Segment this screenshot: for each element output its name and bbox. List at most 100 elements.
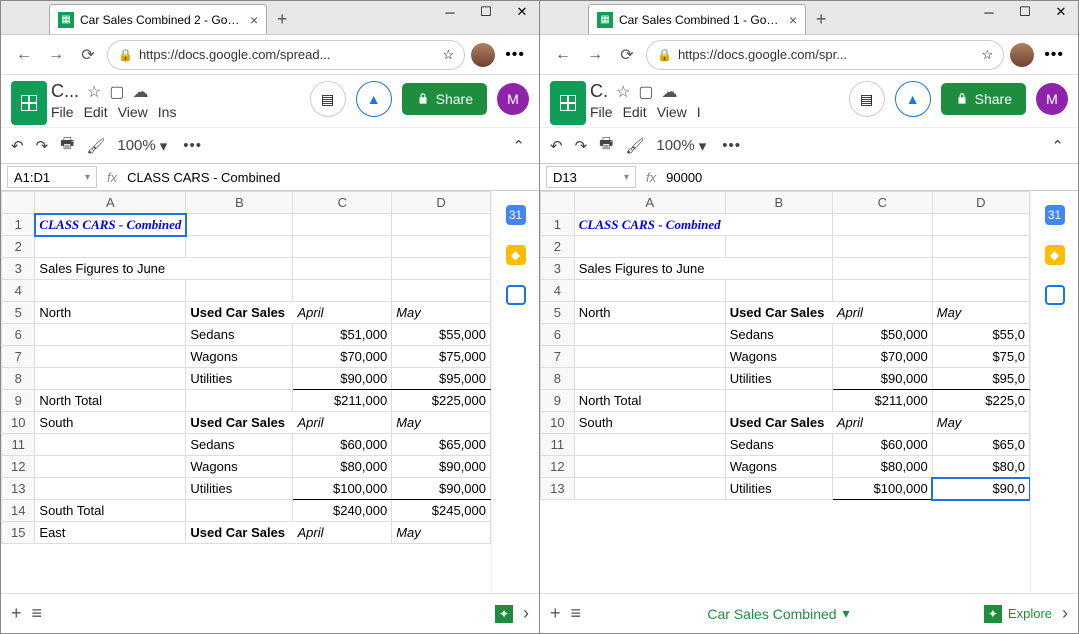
row-header[interactable]: 2 [2,236,35,258]
window-maximize-button[interactable]: ☐ [1008,1,1042,23]
row-header[interactable]: 9 [541,390,575,412]
col-header[interactable]: A [574,192,725,214]
cell[interactable]: $60,000 [832,434,932,456]
cell[interactable]: $211,000 [293,390,392,412]
cell[interactable] [574,324,725,346]
nav-back-button[interactable]: ← [11,42,37,68]
cell[interactable] [35,324,186,346]
browser-menu-button[interactable]: ••• [1040,46,1068,64]
cell[interactable] [186,500,293,522]
row-header[interactable]: 13 [2,478,35,500]
nav-reload-button[interactable]: ⟳ [75,42,101,68]
profile-avatar[interactable] [1010,43,1034,67]
cell[interactable]: CLASS CARS - Combined [574,214,725,236]
redo-button[interactable]: ↷ [36,137,49,155]
cell[interactable]: Utilities [725,478,832,500]
tab-close-icon[interactable]: × [789,12,797,28]
move-icon[interactable]: ▢ [109,82,124,102]
col-header[interactable]: C [832,192,932,214]
cell[interactable] [186,236,293,258]
cell[interactable] [574,456,725,478]
menu-edit[interactable]: Edit [84,104,108,120]
cell[interactable]: $70,000 [832,346,932,368]
cell[interactable]: North Total [574,390,725,412]
all-sheets-button[interactable]: ≡ [32,603,43,624]
cell[interactable] [725,280,832,302]
window-close-button[interactable]: ✕ [505,1,539,23]
toolbar-more-button[interactable]: ••• [179,137,206,154]
zoom-select[interactable]: 100% ▾ [117,137,167,155]
cell[interactable]: Utilities [186,368,293,390]
cell[interactable]: May [932,302,1029,324]
row-header[interactable]: 12 [2,456,35,478]
cell[interactable] [186,214,293,236]
formula-input[interactable]: CLASS CARS - Combined [127,170,280,185]
row-header[interactable]: 6 [2,324,35,346]
cell[interactable] [832,280,932,302]
cell[interactable] [35,456,186,478]
cell[interactable]: Sedans [725,324,832,346]
row-header[interactable]: 9 [2,390,35,412]
cell[interactable]: Used Car Sales [186,412,293,434]
row-header[interactable]: 4 [2,280,35,302]
undo-button[interactable]: ↶ [11,137,24,155]
cell[interactable] [293,280,392,302]
browser-tab[interactable]: ▦ Car Sales Combined 2 - Google S × [49,4,267,34]
cell[interactable]: $65,0 [932,434,1029,456]
row-header[interactable]: 10 [541,412,575,434]
star-icon[interactable]: ☆ [616,82,630,102]
menu-view[interactable]: View [657,104,687,120]
cell[interactable] [932,214,1029,236]
bookmark-icon[interactable]: ☆ [443,47,455,63]
cell[interactable] [293,236,392,258]
comments-button[interactable]: ▤ [849,81,885,117]
row-header[interactable]: 15 [2,522,35,544]
cell[interactable]: CLASS CARS - Combined [35,214,186,236]
cell[interactable] [725,258,832,280]
keep-icon[interactable]: ◆ [506,245,526,265]
row-header[interactable]: 11 [2,434,35,456]
row-header[interactable]: 1 [2,214,35,236]
nav-forward-button[interactable]: → [582,42,608,68]
cell[interactable]: South [574,412,725,434]
sheets-logo-icon[interactable] [550,81,586,125]
cell[interactable]: $95,0 [932,368,1029,390]
cell[interactable]: Wagons [186,456,293,478]
cell[interactable]: $75,0 [932,346,1029,368]
url-input[interactable]: 🔒 https://docs.google.com/spread... ☆ [107,40,465,70]
add-panel-icon[interactable]: + [1045,325,1065,345]
cell[interactable]: May [392,302,491,324]
cell[interactable] [932,258,1029,280]
cell[interactable]: $51,000 [293,324,392,346]
row-header[interactable]: 3 [2,258,35,280]
cell[interactable]: $90,000 [392,456,491,478]
cell[interactable]: April [293,302,392,324]
present-button[interactable]: ▲ [895,81,931,117]
cell[interactable]: April [293,522,392,544]
window-close-button[interactable]: ✕ [1044,1,1078,23]
paint-format-button[interactable]: 🖌 [625,137,644,155]
cell[interactable] [392,214,491,236]
row-header[interactable]: 11 [541,434,575,456]
explore-icon[interactable]: ✦ [495,605,513,623]
cell[interactable] [832,258,932,280]
zoom-select[interactable]: 100% ▾ [656,137,706,155]
menu-view[interactable]: View [118,104,148,120]
row-header[interactable]: 3 [541,258,575,280]
comments-button[interactable]: ▤ [310,81,346,117]
cell[interactable] [186,280,293,302]
account-button[interactable]: M [1036,83,1068,115]
cell[interactable] [392,280,491,302]
row-header[interactable]: 1 [541,214,575,236]
cell[interactable] [392,258,491,280]
menu-file[interactable]: File [51,104,74,120]
menu-insert[interactable]: I [697,104,701,120]
print-button[interactable]: 🖶 [599,133,613,158]
cell[interactable]: May [392,522,491,544]
toolbar-more-button[interactable]: ••• [718,137,745,154]
nav-reload-button[interactable]: ⟳ [614,42,640,68]
doc-title[interactable]: C... [51,81,79,102]
cell[interactable] [932,236,1029,258]
cell[interactable]: $211,000 [832,390,932,412]
cell[interactable]: North [574,302,725,324]
